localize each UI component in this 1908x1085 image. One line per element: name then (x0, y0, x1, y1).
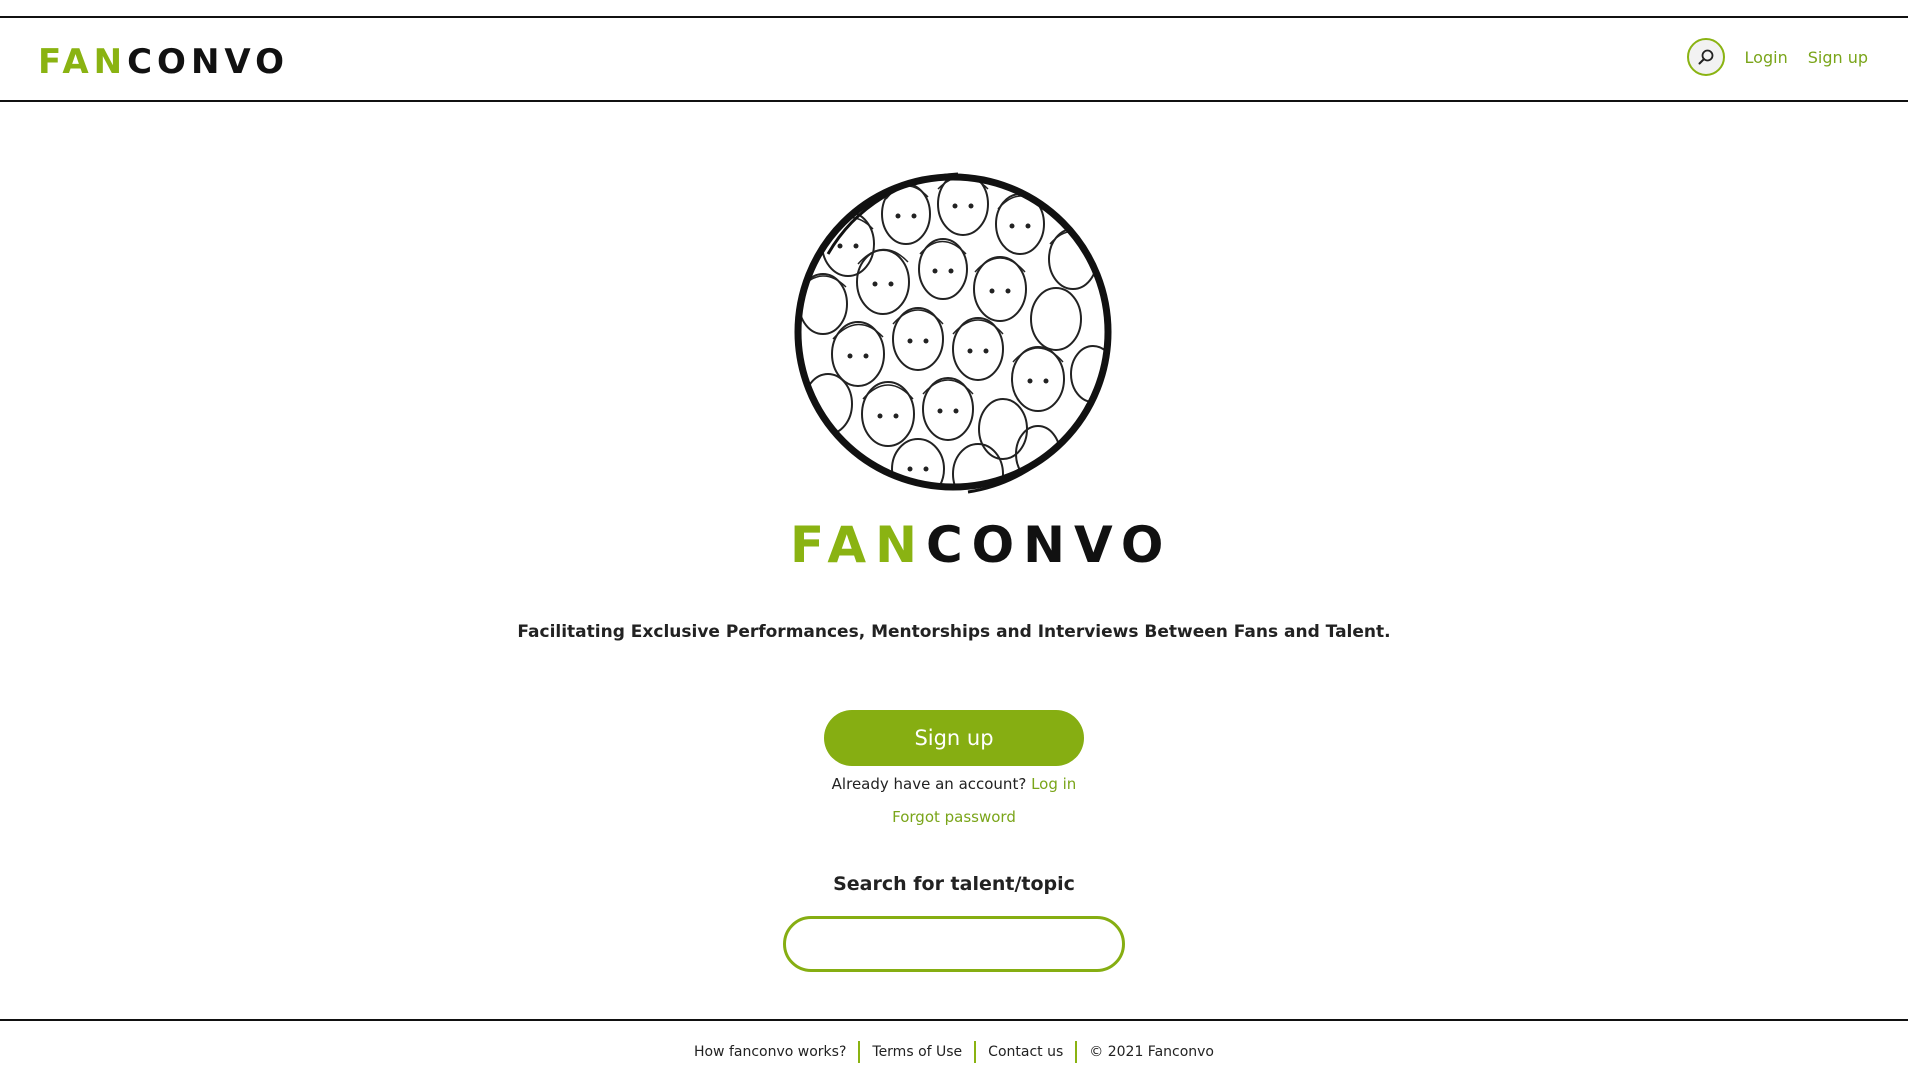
header-login-link[interactable]: Login (1745, 48, 1788, 67)
footer-links: How fanconvo works? Terms of Use Contact… (0, 1041, 1908, 1063)
forgot-password-link[interactable]: Forgot password (0, 808, 1908, 826)
top-navbar: FANCONVO Login Sign up (0, 16, 1908, 102)
footer-link-contact[interactable]: Contact us (988, 1044, 1063, 1060)
hero-logo-convo-text: CONVO (925, 516, 1173, 574)
logo-fan-text: FAN (38, 42, 128, 82)
header-nav: Login Sign up (1686, 38, 1868, 76)
crowd-illustration (788, 164, 1118, 500)
footer-link-terms[interactable]: Terms of Use (872, 1044, 962, 1060)
search-label: Search for talent/topic (833, 873, 1075, 895)
tagline: Facilitating Exclusive Performances, Men… (517, 622, 1391, 642)
magnifier-icon (1698, 49, 1713, 65)
header-search-button[interactable] (1686, 38, 1725, 76)
footer-divider (974, 1041, 977, 1063)
footer-divider (1075, 1041, 1078, 1063)
signup-button[interactable]: Sign up (824, 710, 1084, 766)
footer-divider (858, 1041, 861, 1063)
header-signup-link[interactable]: Sign up (1808, 48, 1868, 67)
hero-logo: FANCONVO (790, 516, 1172, 574)
account-prompt-text: Already have an account? (831, 775, 1027, 793)
talent-search-input[interactable] (783, 916, 1125, 972)
login-link[interactable]: Log in (1031, 775, 1076, 793)
hero-logo-fan-text: FAN (790, 516, 926, 574)
account-prompt-line: Already have an account? Log in (0, 775, 1908, 793)
footer-copyright: © 2021 Fanconvo (1089, 1044, 1215, 1060)
header-logo[interactable]: FANCONVO (38, 42, 289, 82)
logo-convo-text: CONVO (127, 42, 290, 82)
footer: How fanconvo works? Terms of Use Contact… (0, 1019, 1908, 1085)
footer-link-how-it-works[interactable]: How fanconvo works? (694, 1044, 846, 1060)
